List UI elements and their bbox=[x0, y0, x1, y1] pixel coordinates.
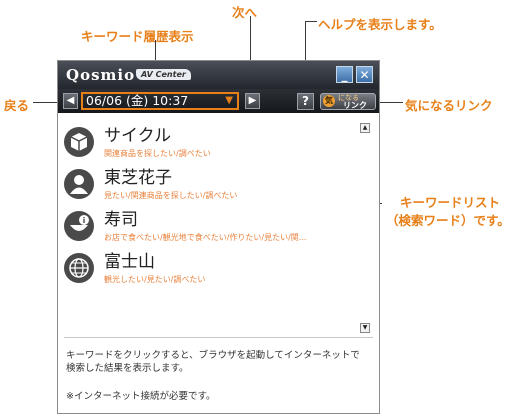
help-button[interactable]: ? bbox=[297, 93, 314, 110]
dropdown-arrow-icon: ▼ bbox=[225, 95, 233, 106]
keyword-item[interactable]: 富士山 観光したい/見たい/調べたい bbox=[58, 251, 358, 293]
keyword-intents: 見たい/関連商品を探したい/調べたい bbox=[104, 191, 238, 200]
keyword-intents: お店で食べたい/観光地で食べたい/作りたい/見たい/関... bbox=[104, 233, 307, 242]
callout-fav: 気になるリンク bbox=[405, 98, 493, 113]
av-center-window: Qosmio AV Center _ ✕ ◀ 06/06 (金) 10:37 ▼… bbox=[57, 60, 380, 414]
keyword-text[interactable]: サイクル bbox=[104, 125, 171, 147]
scroll-down-button[interactable]: ▼ bbox=[360, 323, 370, 333]
footer-note: ※インターネット接続が必要です。 bbox=[66, 391, 216, 402]
scroll-up-button[interactable]: ▲ bbox=[360, 123, 370, 133]
keyword-item[interactable]: サイクル 関連商品を探したい/調べたい bbox=[58, 125, 358, 167]
footer-text-1: キーワードをクリックすると、ブラウザを起動してインターネットで bbox=[66, 350, 360, 361]
keyword-list: ▲ サイクル 関連商品を探したい/調べたい 東芝花子 見たい/関連商品を探したい… bbox=[58, 113, 379, 337]
toolbar: ◀ 06/06 (金) 10:37 ▼ ▶ ? 気 になる リンク bbox=[58, 89, 379, 113]
footer-text-2: 検索した結果を表示します。 bbox=[66, 363, 189, 374]
callout-list-2: （検索ワード）です。 bbox=[386, 213, 510, 228]
callout-help: ヘルプを表示します。 bbox=[318, 17, 442, 32]
person-icon bbox=[64, 169, 94, 199]
keyword-history-dropdown[interactable]: 06/06 (金) 10:37 ▼ bbox=[81, 92, 239, 110]
favorite-label-bottom: リンク bbox=[343, 101, 367, 110]
callout-list-1: キーワードリスト bbox=[400, 195, 501, 210]
qosmio-logo: Qosmio bbox=[66, 66, 136, 84]
keyword-intents: 観光したい/見たい/調べたい bbox=[104, 275, 206, 284]
close-button[interactable]: ✕ bbox=[356, 66, 373, 83]
keyword-text[interactable]: 寿司 bbox=[104, 209, 138, 231]
history-value: 06/06 (金) 10:37 bbox=[86, 93, 189, 108]
keyword-text[interactable]: 富士山 bbox=[104, 251, 155, 273]
av-center-logo: AV Center bbox=[136, 69, 191, 80]
next-button[interactable]: ▶ bbox=[245, 93, 260, 109]
minimize-button[interactable]: _ bbox=[336, 66, 353, 83]
globe-icon bbox=[64, 253, 94, 283]
favorite-icon: 気 bbox=[323, 95, 335, 107]
cube-icon bbox=[64, 127, 94, 157]
callout-back: 戻る bbox=[4, 98, 30, 113]
title-bar[interactable]: Qosmio AV Center _ ✕ bbox=[58, 61, 379, 89]
leader-fav bbox=[377, 102, 403, 103]
favorite-links-button[interactable]: 気 になる リンク bbox=[320, 93, 376, 110]
keyword-item[interactable]: 寿司 お店で食べたい/観光地で食べたい/作りたい/見たい/関... bbox=[58, 209, 358, 251]
leader-help-h bbox=[305, 21, 317, 22]
divider bbox=[64, 337, 373, 338]
keyword-text[interactable]: 東芝花子 bbox=[104, 167, 172, 189]
callout-history: キーワード履歴表示 bbox=[81, 29, 194, 44]
back-button[interactable]: ◀ bbox=[63, 93, 78, 109]
info-bowl-icon bbox=[64, 211, 94, 241]
callout-next: 次へ bbox=[232, 5, 258, 20]
keyword-item[interactable]: 東芝花子 見たい/関連商品を探したい/調べたい bbox=[58, 167, 358, 209]
keyword-intents: 関連商品を探したい/調べたい bbox=[104, 149, 211, 158]
